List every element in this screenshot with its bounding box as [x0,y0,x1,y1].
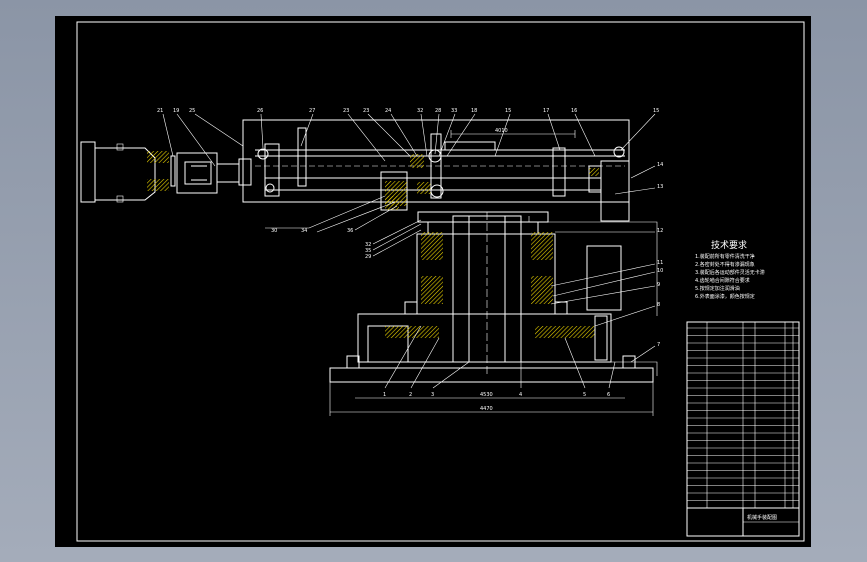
part-number-label: 28 [435,108,441,114]
part-number-label: 16 [571,108,577,114]
base-dimension: 4470 [480,406,493,412]
part-numbers-bottom: 1 2 3 4 5 6 [383,392,610,398]
part-number-label: 23 [343,108,349,114]
part-number-label: 29 [365,254,371,260]
part-number-label: 32 [417,108,423,114]
part-numbers-lower: 30 34 36323529 [271,228,371,260]
part-number-label: 9 [657,282,660,288]
part-number-label: 26 [257,108,263,114]
part-numbers-right: 14 13 12 11 10 9 8 7 [657,162,663,348]
parts-list-table: 机械手装配图 [686,321,800,537]
tech-requirement-line: 2.各密封处不得有渗漏现象 [695,261,755,268]
top-dimension: 4010 [495,128,508,134]
part-number-label: 15 [505,108,511,114]
part-number-label: 2 [409,392,412,398]
part-number-label: 24 [385,108,391,114]
part-number-label: 27 [309,108,315,114]
tech-requirement-line: 1.装配前所有零件清洗干净 [695,253,755,260]
tech-req-title: 技术要求 [711,239,747,251]
drawing-sheet: 4010 4470 4530 21 19 25 26 27 23 23 24 3… [55,16,811,547]
tech-requirement-line: 3.装配后各运动部件灵活无卡滞 [695,269,765,276]
part-number-label: 1 [383,392,386,398]
assembly-drawing: 4010 4470 4530 21 19 25 26 27 23 23 24 3… [76,21,805,542]
part-number-label: 18 [471,108,477,114]
inner-dimension: 4530 [480,392,493,398]
part-number-label: 6 [607,392,610,398]
part-number-label: 36 [347,228,353,234]
part-number-label: 17 [543,108,549,114]
part-number-label: 12 [657,228,663,234]
part-number-label: 11 [657,260,663,266]
part-number-label: 21 [157,108,163,114]
part-number-label: 14 [657,162,663,168]
gripper-hand [80,141,252,203]
part-number-label: 5 [583,392,586,398]
part-number-label: 3 [431,392,434,398]
column-and-base: 4470 4530 [329,211,658,416]
part-number-label: 33 [451,108,457,114]
part-number-label: 13 [657,184,663,190]
part-number-label: 4 [519,392,522,398]
part-number-label: 7 [657,342,660,348]
part-number-label: 19 [173,108,179,114]
tech-requirement-line: 5.按规定加注润滑油 [695,285,740,292]
horizontal-arm: 4010 [242,119,630,222]
part-number-label: 23 [363,108,369,114]
tech-requirement-line: 6.外表面涂漆，颜色按规定 [695,293,755,300]
part-number-label: 8 [657,302,660,308]
leaders-top [162,113,656,167]
title-block-name: 机械手装配图 [747,514,777,521]
part-number-label: 10 [657,268,663,274]
part-numbers-top: 21 19 25 26 27 23 23 24 32 28 33 18 15 17 16 15 [157,108,659,114]
part-number-label: 30 [271,228,277,234]
part-number-label: 34 [301,228,307,234]
tech-requirement-line: 4.齿轮啮合间隙符合要求 [695,277,750,284]
tech-requirements: 技术要求 1.装配前所有零件清洗干净2.各密封处不得有渗漏现象3.装配后各运动部… [695,239,765,300]
part-number-label: 25 [189,108,195,114]
part-number-label: 15 [653,108,659,114]
